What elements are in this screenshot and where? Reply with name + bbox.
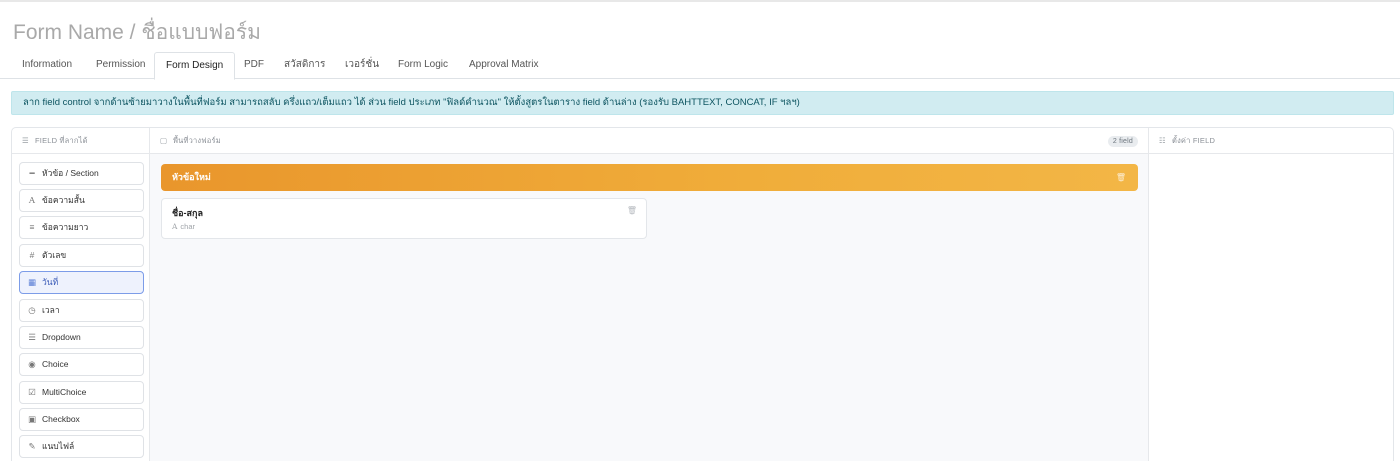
paperclip-icon: ✎	[28, 441, 36, 451]
palette-item-attachment[interactable]: ✎ แนบไฟล์	[19, 435, 144, 458]
field-settings-panel: ☷ ตั้งค่า FIELD	[1149, 128, 1393, 461]
paragraph-icon: ≡	[29, 222, 35, 232]
minus-icon: ━	[29, 168, 35, 178]
tab-pdf[interactable]: PDF	[233, 52, 275, 79]
palette-item-long-text[interactable]: ≡ ข้อความยาว	[19, 216, 144, 239]
palette-item-number[interactable]: # ตัวเลข	[19, 244, 144, 267]
tab-form-design[interactable]: Form Design	[154, 52, 236, 80]
top-border	[0, 0, 1400, 2]
form-canvas-title: พื้นที่วางฟอร์ม	[173, 136, 221, 145]
calendar-icon: ▦	[27, 277, 37, 287]
clock-icon: ◷	[28, 305, 36, 315]
radio-icon: ◉	[28, 359, 36, 369]
text-a-icon: A	[172, 222, 178, 231]
list-icon: ☰	[28, 332, 36, 342]
palette-item-date[interactable]: ▦ วันที่	[19, 271, 144, 294]
palette-item-label: Checkbox	[42, 414, 80, 424]
palette-item-label: หัวข้อ / Section	[42, 168, 99, 178]
layout-icon: ▢	[160, 136, 168, 145]
tab-version[interactable]: เวอร์ชั่น	[334, 52, 390, 79]
checkbox-outline-icon: ☑	[28, 387, 36, 397]
tab-bar: Information Permission Form Design PDF ส…	[0, 52, 1400, 80]
form-canvas[interactable]: ▢ พื้นที่วางฟอร์ม 2 field หัวข้อใหม่ 🗑 ชื…	[150, 128, 1149, 461]
palette-item-multichoice[interactable]: ☑ MultiChoice	[19, 381, 144, 404]
field-card-type-label: char	[180, 222, 196, 231]
palette-item-dropdown[interactable]: ☰ Dropdown	[19, 326, 144, 349]
designer-panel: ☰ FIELD ที่ลากได้ ━ หัวข้อ / Section A ข้อค…	[11, 127, 1394, 461]
palette-item-label: Dropdown	[42, 332, 81, 342]
tab-approval-matrix[interactable]: Approval Matrix	[458, 52, 549, 79]
field-card-fullname[interactable]: ชื่อ-สกุล Achar 🗑	[161, 198, 647, 239]
tab-form-logic[interactable]: Form Logic	[387, 52, 459, 79]
trash-icon[interactable]: 🗑	[1116, 164, 1126, 191]
page-title: Form Name / ชื่อแบบฟอร์ม	[13, 21, 262, 44]
palette-item-section[interactable]: ━ หัวข้อ / Section	[19, 162, 144, 185]
field-settings-header: ☷ ตั้งค่า FIELD	[1149, 128, 1393, 154]
palette-item-label: MultiChoice	[42, 387, 87, 397]
palette-item-label: เวลา	[42, 305, 60, 315]
field-palette: ☰ FIELD ที่ลากได้ ━ หัวข้อ / Section A ข้อค…	[12, 128, 150, 461]
checkbox-checked-icon: ▣	[27, 414, 37, 424]
tab-permission[interactable]: Permission	[85, 52, 156, 79]
info-alert: ลาก field control จากด้านซ้ายมาวางในพื้น…	[11, 91, 1394, 115]
sliders-icon: ☷	[1159, 136, 1166, 145]
field-card-type: Achar	[172, 222, 195, 231]
palette-item-time[interactable]: ◷ เวลา	[19, 299, 144, 322]
section-label: หัวข้อใหม่	[172, 172, 211, 182]
palette-item-label: ตัวเลข	[42, 250, 67, 260]
field-settings-title: ตั้งค่า FIELD	[1172, 136, 1216, 145]
field-palette-title: FIELD ที่ลากได้	[35, 136, 88, 145]
hash-icon: #	[29, 250, 35, 260]
field-palette-header: ☰ FIELD ที่ลากได้	[12, 128, 149, 154]
palette-item-label: ข้อความสั้น	[42, 195, 85, 205]
palette-item-label: Choice	[42, 359, 69, 369]
tab-information[interactable]: Information	[11, 52, 83, 79]
palette-item-label: ข้อความยาว	[42, 222, 89, 232]
palette-item-label: วันที่	[42, 277, 59, 287]
palette-item-label: แนบไฟล์	[42, 441, 75, 451]
field-count-badge: 2 field	[1107, 136, 1138, 147]
palette-item-choice[interactable]: ◉ Choice	[19, 353, 144, 376]
list-icon: ☰	[22, 136, 29, 145]
field-card-label: ชื่อ-สกุล	[172, 208, 203, 218]
palette-item-short-text[interactable]: A ข้อความสั้น	[19, 189, 144, 212]
tab-welfare[interactable]: สวัสดิการ	[273, 52, 336, 79]
trash-icon[interactable]: 🗑	[627, 206, 637, 215]
form-canvas-header: ▢ พื้นที่วางฟอร์ม 2 field	[150, 128, 1148, 154]
section-header-block[interactable]: หัวข้อใหม่ 🗑	[161, 164, 1138, 191]
text-a-icon: A	[28, 196, 36, 206]
palette-item-checkbox[interactable]: ▣ Checkbox	[19, 408, 144, 431]
